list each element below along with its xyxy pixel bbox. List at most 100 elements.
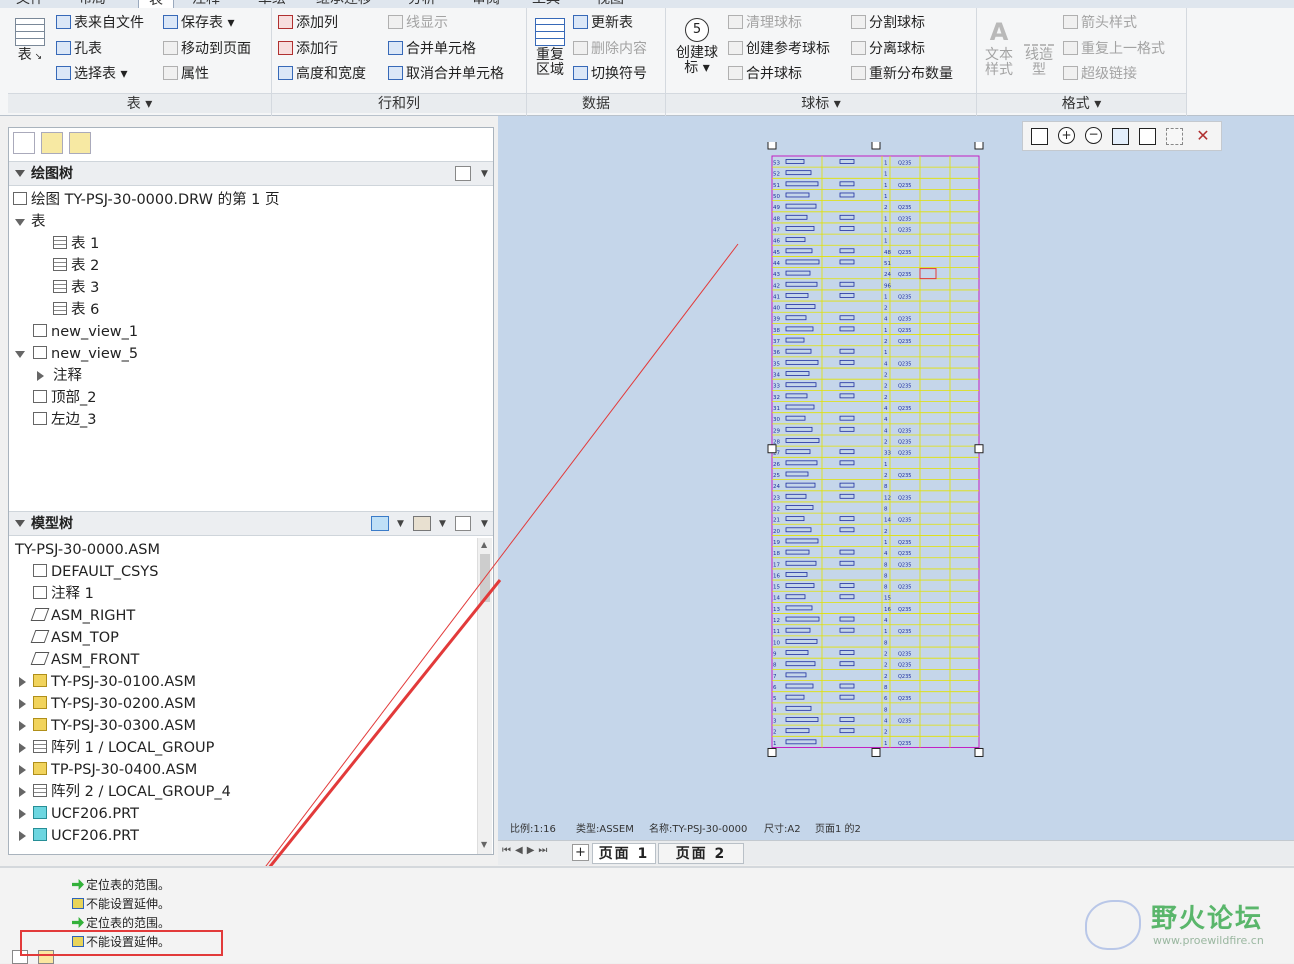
update-table-button[interactable]: 更新表 [573,12,633,34]
expand-icon[interactable] [19,721,26,731]
chevron-down-icon[interactable]: ▼ [481,512,488,536]
tree-settings-icon[interactable] [455,166,471,181]
model-tree-item[interactable]: 注释 1 [33,583,94,605]
model-tree-item[interactable]: 阵列 1 / LOCAL_GROUP [33,737,214,759]
drawing-tree-item[interactable]: 顶部_2 [33,387,96,409]
menu-tab[interactable]: 布局 [68,0,116,8]
model-tree-header[interactable]: 模型树 ▼ ▼ ▼ [9,511,493,536]
menu-tab[interactable]: 文件 [6,0,54,8]
menu-tab[interactable]: 表 [138,0,174,8]
group-label-table[interactable]: 表 ▾ [8,93,271,113]
drawing-tree-item[interactable]: 注释 [53,365,82,387]
page-nav-icons[interactable]: ⏮◀▶⏭ [502,845,551,856]
expand-icon[interactable] [19,809,26,819]
chevron-down-icon[interactable]: ▼ [481,162,488,186]
bom-table[interactable]: 53 1 Q23552 151 1 Q23550 149 2 Q23548 1 Q23547 1 Q23… [766,142,986,766]
hole-table-button[interactable]: 孔表 [56,38,102,60]
zoom-in-icon[interactable]: + [1058,127,1075,144]
chevron-down-icon[interactable]: ▼ [439,512,446,536]
tab-page-2[interactable]: 页面 2 [658,843,744,864]
show-icon[interactable] [371,516,389,531]
create-balloon-button[interactable]: 5 创建球标 ▾ [670,18,724,76]
model-tree-scrollbar[interactable]: ▲ ▼ [477,538,492,854]
scroll-up-icon[interactable]: ▲ [481,540,487,549]
drawing-tree-item[interactable]: 表 2 [53,255,99,277]
model-tree-item[interactable]: TY-PSJ-30-0200.ASM [33,693,196,715]
add-page-button[interactable]: + [572,844,589,861]
drawing-tree-item[interactable]: 表 3 [53,277,99,299]
repaint-icon[interactable] [1112,128,1129,145]
expand-icon[interactable] [37,371,44,381]
model-tree-item[interactable]: TY-PSJ-30-0300.ASM [33,715,196,737]
drawing-tree-item[interactable]: 表 6 [53,299,99,321]
move-to-page-button[interactable]: 移动到页面 [163,38,251,60]
model-tree-root[interactable]: TY-PSJ-30-0000.ASM [15,539,160,561]
tree-settings-icon[interactable] [455,516,471,531]
collapse-icon[interactable] [15,351,25,358]
group-label-balloon[interactable]: 球标 ▾ [666,93,976,113]
arrow-style-button[interactable]: 箭头样式 [1063,12,1137,34]
drawing-tree-item[interactable]: new_view_1 [33,321,138,343]
menu-tab[interactable]: 分析 [398,0,446,8]
scrollbar-thumb[interactable] [480,554,490,602]
menu-tab[interactable]: 视图 [586,0,634,8]
properties-button[interactable]: 属性 [163,63,209,85]
model-tree-item[interactable]: ASM_RIGHT [30,605,135,627]
repeat-last-format-button[interactable]: 重复上一格式 [1063,38,1165,60]
expand-icon[interactable] [19,743,26,753]
repeat-region-button[interactable]: 重复区域 [531,18,569,78]
tree-tools-icon[interactable] [413,516,431,531]
datum-display-icon[interactable]: ✕ [1193,127,1213,146]
expand-icon[interactable] [19,831,26,841]
model-tree-item[interactable]: 阵列 2 / LOCAL_GROUP_4 [33,781,231,803]
merge-cells-button[interactable]: 合并单元格 [388,38,476,60]
group-label-format[interactable]: 格式 ▾ [977,93,1186,113]
drawing-canvas[interactable]: + − ✕ 53 1 Q235 52 1 51 1 Q235 50 1 49 2 Q235 48 1 Q235… [498,116,1294,840]
menu-tab[interactable]: 工具 [522,0,570,8]
save-table-button[interactable]: 保存表 ▾ [163,12,234,34]
expand-icon[interactable] [19,787,26,797]
unmerge-cells-button[interactable]: 取消合并单元格 [388,63,504,85]
drawing-tree-item[interactable]: new_view_5 [33,343,138,365]
model-tree-item[interactable]: ASM_TOP [30,627,119,649]
line-display-button[interactable]: 线显示 [388,12,448,34]
layers-tab-icon[interactable] [41,132,63,154]
select-table-button[interactable]: 选择表 ▾ [56,63,127,85]
model-tree-item[interactable]: TY-PSJ-30-0100.ASM [33,671,196,693]
collapse-icon[interactable] [15,170,25,177]
expand-icon[interactable] [19,699,26,709]
detach-balloon-button[interactable]: 分离球标 [851,38,925,60]
drawing-tree-root[interactable]: 绘图 TY-PSJ-30-0000.DRW 的第 1 页 [13,189,280,211]
hyperlink-button[interactable]: 超级链接 [1063,63,1137,85]
line-style-button[interactable]: 线造型 [1021,18,1057,78]
create-ref-balloon-button[interactable]: 创建参考球标 [728,38,830,60]
menu-tab[interactable]: 注释 [182,0,230,8]
clean-balloons-button[interactable]: 清理球标 [728,12,802,34]
model-tree-item[interactable]: DEFAULT_CSYS [33,561,158,583]
table-from-file-button[interactable]: 表来自文件 [56,12,144,34]
chevron-down-icon[interactable]: ▼ [397,512,404,536]
model-tree-item[interactable]: UCF206.PRT [33,803,139,825]
drawing-tree-header[interactable]: 绘图树 ▼ [9,161,493,186]
menu-tab[interactable]: 继承迁移 [306,0,382,8]
delete-content-button[interactable]: 删除内容 [573,38,647,60]
model-tree-item[interactable]: ASM_FRONT [30,649,139,671]
refit-icon[interactable] [1031,128,1048,145]
height-width-button[interactable]: 高度和宽度 [278,63,366,85]
menu-tab[interactable]: 草绘 [248,0,296,8]
split-balloon-button[interactable]: 分割球标 [851,12,925,34]
collapse-icon[interactable] [15,219,25,226]
redistribute-quantity-button[interactable]: 重新分布数量 [851,63,953,85]
display-style-icon[interactable] [1139,128,1156,145]
menu-tab[interactable]: 审阅 [462,0,510,8]
text-style-button[interactable]: A 文本样式 [981,18,1017,78]
scroll-down-icon[interactable]: ▼ [481,840,487,849]
drawing-tree-item[interactable]: 表 [31,211,46,233]
expand-icon[interactable] [19,765,26,775]
annotation-display-icon[interactable] [1166,128,1183,145]
zoom-out-icon[interactable]: − [1085,127,1102,144]
expand-icon[interactable] [19,677,26,687]
add-row-button[interactable]: 添加行 [278,38,338,60]
folder-tab-icon[interactable] [69,132,91,154]
collapse-icon[interactable] [15,520,25,527]
